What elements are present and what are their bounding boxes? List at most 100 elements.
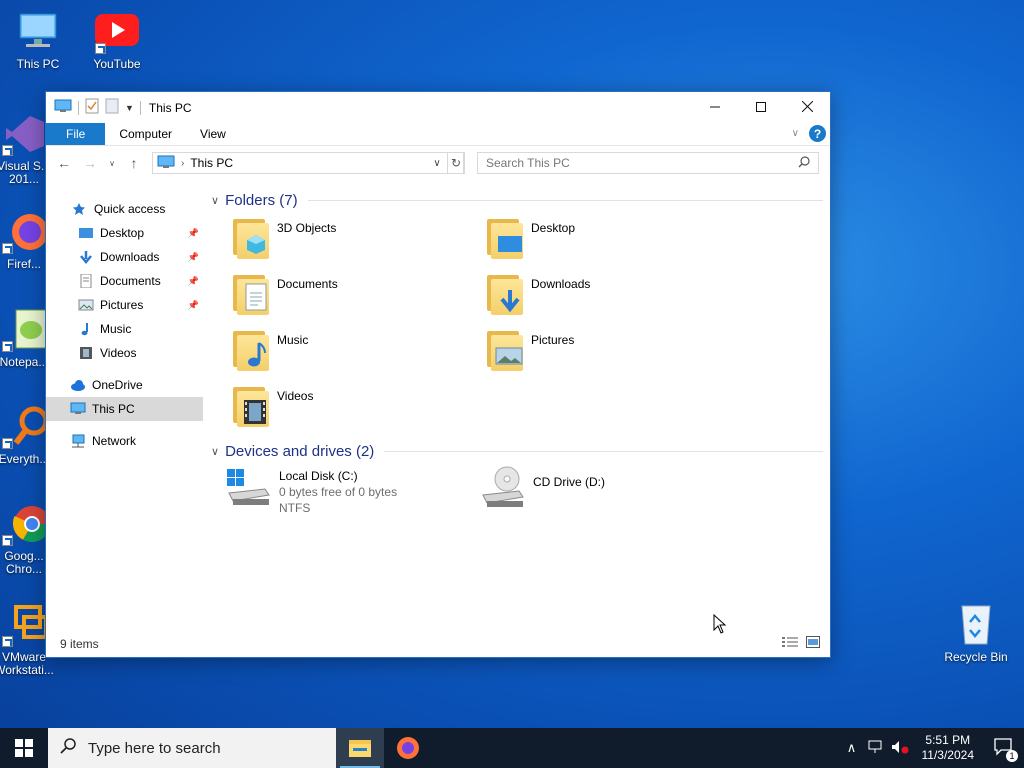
breadcrumb-separator-icon[interactable]: › — [181, 158, 184, 169]
shortcut-arrow-icon — [95, 43, 106, 54]
sidebar-item-this-pc[interactable]: This PC — [46, 397, 203, 421]
large-icons-view-icon[interactable] — [806, 636, 820, 651]
pin-icon[interactable]: 📌 — [188, 276, 199, 287]
folder-music-icon — [231, 329, 271, 373]
start-button[interactable] — [0, 728, 48, 768]
tab-computer[interactable]: Computer — [105, 123, 186, 145]
folder-pictures-icon — [485, 329, 525, 373]
sidebar-item-downloads[interactable]: Downloads 📌 — [46, 245, 203, 269]
sidebar-item-network[interactable]: Network — [46, 429, 203, 453]
pin-icon[interactable]: 📌 — [188, 300, 199, 311]
group-header-devices[interactable]: ∨ Devices and drives (2) — [211, 441, 823, 461]
minimize-button[interactable] — [692, 92, 738, 121]
desktop-icon-label: Visual S... 201... — [0, 159, 51, 186]
address-bar[interactable]: › This PC ∨ — [152, 152, 464, 174]
close-button[interactable] — [784, 92, 830, 121]
maximize-button[interactable] — [738, 92, 784, 121]
group-header-folders[interactable]: ∨ Folders (7) — [211, 190, 823, 210]
windows-drive-icon — [225, 465, 273, 509]
pin-icon[interactable]: 📌 — [188, 228, 199, 239]
sidebar-item-onedrive[interactable]: OneDrive — [46, 373, 203, 397]
folder-tile-downloads[interactable]: Downloads — [485, 273, 735, 323]
desktop-icon-label: Goog... Chro... — [4, 549, 44, 576]
picture-icon — [78, 298, 94, 312]
desktop-icon-label: Notepa... — [0, 355, 49, 369]
help-icon[interactable]: ? — [809, 125, 826, 142]
tab-view[interactable]: View — [186, 123, 240, 145]
divider — [307, 199, 823, 201]
show-hidden-icons-chevron-up-icon[interactable]: ∧ — [840, 740, 864, 756]
folder-label: Pictures — [531, 333, 575, 347]
computer-icon — [14, 10, 62, 54]
tab-file[interactable]: File — [46, 123, 106, 145]
desktop-icon-label: This PC — [16, 57, 60, 71]
sidebar-item-pictures[interactable]: Pictures 📌 — [46, 293, 203, 317]
drive-name: Local Disk (C:) — [279, 469, 358, 483]
folder-tile-documents[interactable]: Documents — [231, 273, 481, 323]
sidebar-item-documents[interactable]: Documents 📌 — [46, 269, 203, 293]
music-note-icon — [78, 322, 94, 336]
status-bar-count: 9 items — [60, 637, 99, 651]
taskbar-firefox[interactable] — [384, 728, 432, 768]
details-view-icon[interactable] — [782, 636, 798, 651]
document-icon — [78, 273, 94, 289]
breadcrumb[interactable]: This PC — [190, 156, 233, 170]
up-button[interactable]: ↑ — [124, 155, 144, 171]
pin-icon[interactable]: 📌 — [188, 252, 199, 263]
folder-tile-music[interactable]: Music — [231, 329, 481, 379]
computer-icon — [157, 155, 175, 172]
refresh-button[interactable]: ↻ — [447, 152, 465, 174]
forward-button[interactable]: → — [80, 155, 100, 171]
desktop-icon-label: Everyth... — [0, 452, 50, 466]
sidebar-item-videos[interactable]: Videos — [46, 341, 203, 365]
taskbar-file-explorer[interactable] — [336, 728, 384, 768]
cd-drive-icon — [479, 465, 527, 509]
folder-tile-videos[interactable]: Videos — [231, 385, 481, 435]
file-explorer-window[interactable]: ▼ This PC File Computer View ∨ ? ← → ∨ ↑… — [45, 91, 831, 658]
drive-tile-c[interactable]: Local Disk (C:) 0 bytes free of 0 bytes … — [225, 465, 475, 521]
address-dropdown-icon[interactable]: ∨ — [429, 158, 445, 169]
search-input[interactable] — [486, 156, 798, 170]
system-tray: ∧ 5:51 PM 11/3/2024 1 — [840, 728, 1024, 768]
folder-tile-desktop[interactable]: Desktop — [485, 217, 735, 267]
sidebar-item-quick-access[interactable]: Quick access — [46, 197, 203, 221]
network-icon — [70, 434, 86, 448]
network-status-icon[interactable] — [864, 740, 888, 757]
search-box[interactable] — [477, 152, 819, 174]
expand-ribbon-icon[interactable]: ∨ — [792, 128, 799, 139]
customize-toolbar-icon[interactable]: ▼ — [125, 103, 134, 113]
computer-icon — [54, 99, 72, 116]
clock[interactable]: 5:51 PM 11/3/2024 — [912, 733, 985, 763]
folder-tile-3d-objects[interactable]: 3D Objects — [231, 217, 481, 267]
youtube-icon — [93, 10, 141, 54]
folder-label: Music — [277, 333, 309, 347]
desktop-icon-this-pc[interactable]: This PC — [0, 10, 76, 71]
title-bar[interactable]: ▼ This PC — [46, 92, 830, 123]
properties-icon[interactable] — [85, 98, 99, 117]
download-arrow-icon — [78, 250, 94, 264]
new-folder-icon[interactable] — [105, 98, 119, 117]
volume-muted-icon[interactable] — [888, 740, 912, 757]
sidebar-item-desktop[interactable]: Desktop 📌 — [46, 221, 203, 245]
recent-locations-button[interactable]: ∨ — [106, 159, 118, 168]
vmware-icon — [0, 603, 48, 647]
clock-time: 5:51 PM — [925, 733, 971, 747]
drive-tile-d[interactable]: CD Drive (D:) — [479, 465, 729, 521]
shortcut-arrow-icon — [2, 243, 13, 254]
sidebar-item-music[interactable]: Music — [46, 317, 203, 341]
desktop-icon-youtube[interactable]: YouTube — [79, 10, 155, 71]
action-center-button[interactable]: 1 — [984, 737, 1024, 762]
folder-desktop-icon — [485, 217, 525, 261]
folder-tile-pictures[interactable]: Pictures — [485, 329, 735, 379]
folder-label: Documents — [277, 277, 338, 291]
chevron-down-icon[interactable]: ∨ — [211, 445, 219, 458]
folder-label: Videos — [277, 389, 314, 403]
sidebar-item-label: OneDrive — [92, 378, 143, 392]
back-button[interactable]: ← — [54, 155, 74, 171]
shortcut-arrow-icon — [2, 145, 13, 156]
desktop-icon-recycle-bin[interactable]: Recycle Bin — [938, 600, 1014, 664]
taskbar-search-box[interactable]: Type here to search — [48, 728, 336, 768]
shortcut-arrow-icon — [2, 636, 13, 647]
folder-downloads-icon — [485, 273, 525, 317]
chevron-down-icon[interactable]: ∨ — [211, 194, 219, 207]
